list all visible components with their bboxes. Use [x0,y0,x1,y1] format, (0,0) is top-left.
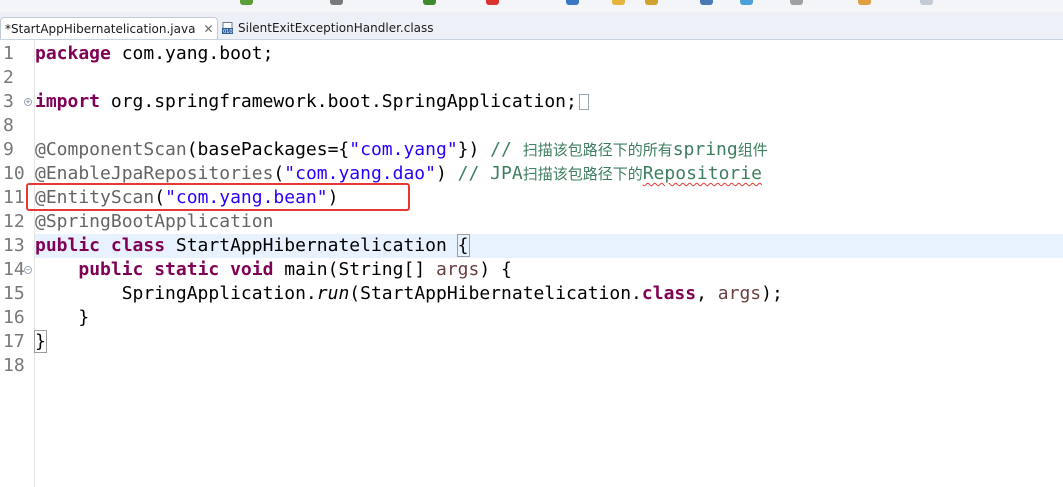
code-text: ( [273,163,285,184]
package-name: com.yang.boot; [110,43,274,64]
code-line-1[interactable]: package com.yang.boot; [35,42,273,66]
line-number: 9 [3,139,14,160]
annotation-enable-jpa: @EnableJpaRepositories [35,163,274,184]
toolbar-stop-icon[interactable] [486,0,499,5]
line-number: 16 [3,307,25,328]
parameter-args: args [436,259,480,280]
code-text: SpringApplication. [121,283,317,304]
code-text: main(String[] [273,259,436,280]
line-number: 14 [3,259,25,280]
code-text: ); [761,283,783,304]
import-path: org.springframework.boot.SpringApplicati… [100,91,577,112]
toolbar-run-icon[interactable] [240,0,253,5]
code-text: (StartAppHibernatelication. [349,283,642,304]
comment: // JPA [457,163,523,184]
toolbar-nav2-icon[interactable] [920,0,933,5]
code-text: }) [457,139,491,160]
editor-tab-bar: *StartAppHibernatelication.java ✕ 010 Si… [0,12,1063,40]
keyword-package: package [35,43,111,64]
code-line-9[interactable]: @ComponentScan(basePackages={"com.yang"}… [35,138,768,162]
line-number: 1 [3,43,14,64]
line-number: 18 [3,355,25,376]
close-brace: } [78,307,90,328]
collapsed-imports-marker[interactable] [578,94,589,110]
comment: spring [672,139,738,160]
toolbar-forward-icon[interactable] [790,0,803,5]
toolbar-new-icon[interactable] [423,0,436,5]
svg-text:010: 010 [223,29,233,35]
line-number: 13 [3,235,25,256]
text-cursor [468,235,470,255]
code-text: ) { [479,259,512,280]
open-brace: { [456,234,470,257]
code-editor[interactable]: package com.yang.boot; import org.spring… [34,40,1063,487]
comment-cjk: 扫描该包路径下的所有 [522,141,673,159]
code-line-3[interactable]: import org.springframework.boot.SpringAp… [35,90,589,114]
comment-spellcheck-word: Repositorie [642,163,762,184]
code-line-12[interactable]: @SpringBootApplication [35,210,273,234]
line-number: 8 [3,115,14,136]
toolbar-nav-icon[interactable] [858,0,871,5]
method-run: run [316,283,350,304]
tab-startapp-java[interactable]: *StartAppHibernatelication.java ✕ [0,17,218,39]
keyword-public-class: public class [35,235,166,256]
comment-cjk: 扫描该包路径下的 [522,165,643,183]
line-number: 10 [3,163,25,184]
class-name: StartAppHibernatelication [165,235,458,256]
fold-expand-icon[interactable]: + [24,98,32,106]
string-literal: "com.yang" [349,139,458,160]
toolbar-edit-icon[interactable] [645,0,658,5]
line-number: 12 [3,211,25,232]
red-highlight-box [26,183,410,211]
line-number: 15 [3,283,25,304]
toolbar [0,0,1063,12]
line-number: 3 [3,91,14,112]
string-literal: "com.yang.dao" [284,163,436,184]
toolbar-search-icon[interactable] [700,0,713,5]
code-text: ) [435,163,458,184]
toolbar-open-icon[interactable] [566,0,579,5]
code-line-14[interactable]: public static void main(String[] args) { [35,258,512,282]
toolbar-folder-icon[interactable] [612,0,625,5]
code-line-15[interactable]: SpringApplication.run(StartAppHibernatel… [35,282,783,306]
toolbar-back-icon[interactable] [740,0,753,5]
line-number: 17 [3,331,25,352]
fold-collapse-icon[interactable]: − [24,266,32,274]
tab-silentexit-class[interactable]: 010 SilentExitExceptionHandler.class [218,17,438,39]
toolbar-debug-icon[interactable] [330,0,343,5]
tab-label: *StartAppHibernatelication.java [5,21,196,36]
line-number-gutter: 1 2 3 + 8 9 10 11 12 13 14 − 15 16 17 18 [0,40,35,487]
code-line-17[interactable]: } [34,330,47,354]
keyword-class: class [641,283,697,304]
line-number: 2 [3,67,14,88]
parameter-args: args [717,283,762,304]
keyword-public-static-void: public static void [78,259,274,280]
line-number: 11 [3,187,25,208]
comment-cjk: 组件 [737,141,768,159]
class-file-icon: 010 [222,21,235,35]
code-text: , [696,283,718,304]
annotation-spring-boot-app: @SpringBootApplication [35,211,274,232]
comment: // [490,139,523,160]
annotation-component-scan: @ComponentScan [35,139,187,160]
code-line-16[interactable]: } [35,306,89,330]
code-text: (basePackages={ [186,139,350,160]
close-brace: } [34,330,47,353]
close-icon[interactable]: ✕ [203,23,213,35]
code-line-13[interactable]: public class StartAppHibernatelication { [35,234,470,258]
keyword-import: import [35,91,101,112]
tab-label: SilentExitExceptionHandler.class [238,21,434,35]
